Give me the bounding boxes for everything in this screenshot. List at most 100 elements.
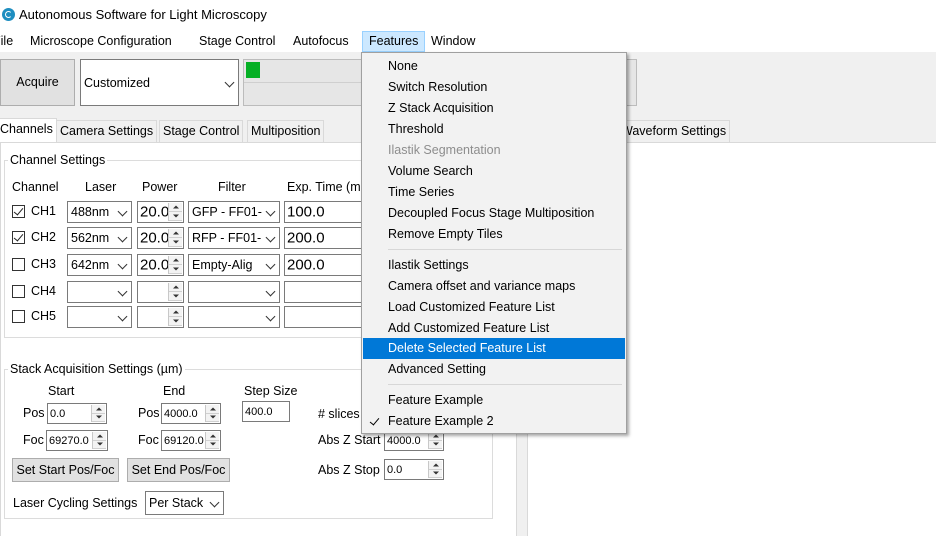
ch4-laser-select[interactable] — [67, 281, 132, 303]
start-pos-spinbox[interactable]: 0.0 — [47, 403, 107, 424]
end-pos-spinbox[interactable]: 4000.0 — [161, 403, 221, 424]
spin-up-icon[interactable] — [429, 461, 442, 470]
menu-item-add-customized-feature-list[interactable]: Add Customized Feature List — [363, 318, 625, 339]
end-foc-value: 69120.0 — [164, 434, 204, 447]
menu-item-none[interactable]: None — [363, 56, 625, 77]
tab-waveform-settings[interactable]: Waveform Settings — [617, 120, 731, 142]
tab-camera-settings[interactable]: Camera Settings — [56, 120, 158, 142]
menu-microscope-configuration[interactable]: Microscope Configuration — [24, 31, 178, 52]
tab-stage-control[interactable]: Stage Control — [159, 120, 244, 142]
progress-bar — [243, 59, 363, 106]
ch2-filter-select[interactable]: RFP - FF01- — [188, 227, 280, 249]
chevron-down-icon — [266, 260, 276, 270]
progress-bar-end — [627, 59, 637, 106]
ch1-laser-select[interactable]: 488nm — [67, 201, 132, 223]
chevron-down-icon — [118, 287, 128, 297]
set-start-pos-foc-button[interactable]: Set Start Pos/Foc — [12, 458, 119, 482]
menu-features[interactable]: Features — [362, 31, 425, 52]
menu-item-switch-resolution[interactable]: Switch Resolution — [363, 77, 625, 98]
menu-window[interactable]: Window — [425, 31, 481, 52]
menu-item-delete-selected-feature-list[interactable]: Delete Selected Feature List — [363, 338, 625, 359]
menu-item-ilastik-settings[interactable]: Ilastik Settings — [363, 255, 625, 276]
spin-up-icon[interactable] — [93, 432, 106, 441]
ch4-exposure-field[interactable] — [284, 281, 362, 303]
mode-select[interactable]: Customized — [80, 59, 239, 106]
spin-up-icon[interactable] — [169, 308, 182, 317]
spin-up-icon[interactable] — [169, 229, 182, 238]
ch3-exposure-field[interactable]: 200.0 — [284, 254, 362, 276]
ch2-power-spinbox[interactable]: 20.0 — [137, 227, 184, 249]
laser-cycling-select[interactable]: Per Stack — [145, 491, 224, 515]
ch5-exposure-field[interactable] — [284, 306, 362, 328]
spin-up-icon[interactable] — [206, 432, 219, 441]
spin-up-icon[interactable] — [169, 203, 182, 212]
menu-item-decoupled-focus-stage-multiposition[interactable]: Decoupled Focus Stage Multiposition — [363, 203, 625, 224]
spin-up-icon[interactable] — [169, 256, 182, 265]
menu-item-remove-empty-tiles[interactable]: Remove Empty Tiles — [363, 224, 625, 245]
spin-down-icon[interactable] — [429, 469, 442, 478]
ch2-exposure-value: 200.0 — [287, 229, 325, 247]
ch2-laser-select[interactable]: 562nm — [67, 227, 132, 249]
ch3-filter-select[interactable]: Empty-Alig — [188, 254, 280, 276]
menu-item-threshold[interactable]: Threshold — [363, 119, 625, 140]
spin-up-icon[interactable] — [206, 405, 219, 414]
abs-z-stop-spinbox[interactable]: 0.0 — [384, 459, 444, 480]
ch2-checkbox[interactable] — [12, 231, 25, 244]
ch1-filter-value: GFP - FF01- — [192, 205, 262, 219]
ch5-power-spinbox[interactable] — [137, 306, 184, 328]
ch2-label: CH2 — [31, 230, 57, 244]
ch3-power-spinbox[interactable]: 20.0 — [137, 254, 184, 276]
spin-down-icon[interactable] — [169, 212, 182, 221]
ch5-filter-select[interactable] — [188, 306, 280, 328]
ch3-filter-value: Empty-Alig — [192, 258, 253, 272]
menu-item-feature-example[interactable]: Feature Example — [363, 390, 625, 411]
spin-down-icon[interactable] — [206, 440, 219, 449]
spin-down-icon[interactable] — [206, 413, 219, 422]
ch1-exposure-field[interactable]: 100.0 — [284, 201, 362, 223]
ch2-exposure-field[interactable]: 200.0 — [284, 227, 362, 249]
spin-down-icon[interactable] — [169, 238, 182, 247]
menu-item-advanced-setting[interactable]: Advanced Setting — [363, 359, 625, 380]
menu-item-z-stack-acquisition[interactable]: Z Stack Acquisition — [363, 98, 625, 119]
menu-autofocus[interactable]: Autofocus — [287, 31, 355, 52]
menu-item-feature-example-2[interactable]: Feature Example 2 — [363, 411, 625, 432]
tab-channels[interactable]: Channels — [0, 118, 57, 143]
ch4-power-spinbox[interactable] — [137, 281, 184, 303]
spin-up-icon[interactable] — [92, 405, 105, 414]
ch1-power-spinbox[interactable]: 20.0 — [137, 201, 184, 223]
menu-item-time-series[interactable]: Time Series — [363, 182, 625, 203]
spin-down-icon[interactable] — [92, 413, 105, 422]
ch1-label: CH1 — [31, 204, 57, 218]
acquire-button[interactable]: Acquire — [0, 59, 75, 106]
abs-z-stop-value: 0.0 — [387, 463, 403, 476]
menu-item-load-customized-feature-list[interactable]: Load Customized Feature List — [363, 297, 625, 318]
ch5-checkbox[interactable] — [12, 310, 25, 323]
set-end-pos-foc-button[interactable]: Set End Pos/Foc — [127, 458, 230, 482]
ch5-laser-select[interactable] — [67, 306, 132, 328]
spin-down-icon[interactable] — [93, 440, 106, 449]
menu-item-volume-search[interactable]: Volume Search — [363, 161, 625, 182]
ch3-checkbox[interactable] — [12, 258, 25, 271]
ch3-exposure-value: 200.0 — [287, 256, 325, 274]
ch3-laser-select[interactable]: 642nm — [67, 254, 132, 276]
spin-down-icon[interactable] — [429, 440, 442, 449]
start-foc-spinbox[interactable]: 69270.0 — [46, 430, 108, 451]
spin-down-icon[interactable] — [169, 292, 182, 301]
end-foc-spinbox[interactable]: 69120.0 — [161, 430, 221, 451]
start-pos-value: 0.0 — [50, 407, 66, 420]
spin-up-icon[interactable] — [169, 283, 182, 292]
menu-separator — [388, 384, 622, 385]
spin-down-icon[interactable] — [169, 317, 182, 326]
menu-stage-control[interactable]: Stage Control — [193, 31, 281, 52]
ch4-checkbox[interactable] — [12, 285, 25, 298]
step-size-field[interactable]: 400.0 — [242, 401, 290, 422]
ch1-filter-select[interactable]: GFP - FF01- — [188, 201, 280, 223]
start-foc-value: 69270.0 — [49, 434, 89, 447]
ch4-filter-select[interactable] — [188, 281, 280, 303]
menu-item-camera-offset-variance-maps[interactable]: Camera offset and variance maps — [363, 276, 625, 297]
tab-multiposition[interactable]: Multiposition — [247, 120, 325, 142]
spin-down-icon[interactable] — [169, 265, 182, 274]
ch1-checkbox[interactable] — [12, 205, 25, 218]
ch2-power-value: 20.0 — [140, 229, 170, 247]
menu-file[interactable]: File — [0, 31, 19, 52]
